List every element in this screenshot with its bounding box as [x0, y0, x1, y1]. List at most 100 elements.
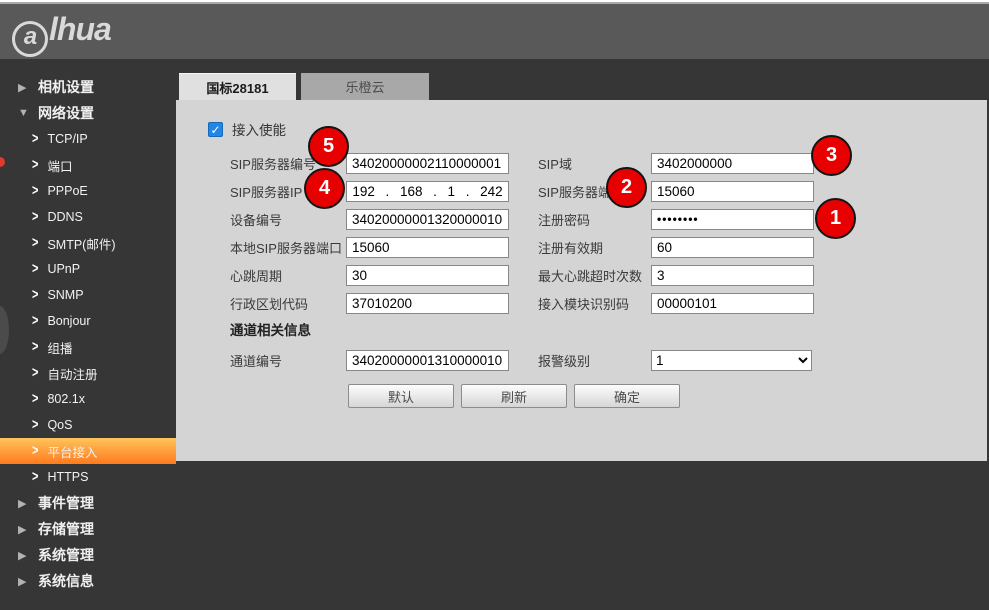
tab-国标28181[interactable]: 国标28181 [179, 73, 296, 100]
enable-access-checkbox[interactable]: ✓ [208, 122, 223, 137]
ip-octet[interactable]: 1 [448, 184, 456, 199]
sidebar-group-相机设置[interactable]: ▶ 相机设置 [0, 74, 176, 100]
sidebar-item-label: QoS [47, 418, 72, 432]
dahua-logo-a-icon: a [12, 21, 48, 57]
field-label: 本地SIP服务器端口 [230, 238, 346, 257]
sidebar-item-UPnP[interactable]: > UPnP [0, 256, 176, 282]
text-input[interactable] [651, 181, 814, 202]
sidebar-item-label: 平台接入 [47, 442, 97, 461]
sidebar-nav: ▶ 相机设置 ▼ 网络设置 > TCP/IP > 端口 > PPPoE > DD… [0, 59, 176, 610]
sidebar-item-SNMP[interactable]: > SNMP [0, 282, 176, 308]
text-input[interactable] [651, 237, 814, 258]
annotation-circle-4: 4 [304, 168, 345, 209]
ip-octet[interactable]: 192 [352, 184, 375, 199]
header-bar: alhua TECHNOLOGY [0, 4, 989, 59]
form-row: 通道编号报警级别1 [230, 346, 812, 374]
text-input[interactable] [651, 293, 814, 314]
field-label: 设备编号 [230, 210, 346, 229]
text-input[interactable] [346, 293, 509, 314]
ip-dot-separator: . [466, 184, 470, 199]
enable-access-label: 接入使能 [232, 119, 286, 139]
sidebar-item-label: UPnP [47, 262, 80, 276]
chevron-right-icon: > [32, 313, 38, 329]
text-input[interactable] [346, 237, 509, 258]
sidebar-item-label: TCP/IP [47, 132, 87, 146]
chevron-right-icon: > [32, 365, 38, 381]
password-input[interactable] [651, 209, 814, 230]
sidebar-item-label: HTTPS [47, 470, 88, 484]
sidebar-item-label: PPPoE [47, 184, 87, 198]
dahua-logo-wordmark: alhua [12, 12, 147, 57]
button-row: 默认刷新确定 [348, 384, 680, 408]
sidebar-item-label: SNMP [47, 288, 83, 302]
chevron-right-icon: > [32, 391, 38, 407]
enable-access-row: ✓ 接入使能 [208, 119, 286, 139]
annotation-circle-5: 5 [308, 126, 349, 167]
field-label: 报警级别 [538, 351, 651, 370]
chevron-right-icon: > [32, 443, 38, 459]
sidebar-item-平台接入[interactable]: > 平台接入 [0, 438, 176, 464]
ip-octet[interactable]: 168 [400, 184, 423, 199]
text-input[interactable] [346, 265, 509, 286]
annotation-circle-3: 3 [811, 135, 852, 176]
alarm-level-select[interactable]: 1 [651, 350, 812, 371]
triangle-down-icon: ▼ [18, 107, 30, 119]
sidebar-item-PPPoE[interactable]: > PPPoE [0, 178, 176, 204]
field-label: 注册有效期 [538, 238, 651, 257]
form-row: 本地SIP服务器端口 注册有效期 [230, 233, 814, 261]
chevron-right-icon: > [32, 417, 38, 433]
sidebar-item-组播[interactable]: > 组播 [0, 334, 176, 360]
sidebar-group-label: 网络设置 [38, 103, 94, 123]
sidebar-group-label: 相机设置 [38, 77, 94, 97]
button-确定[interactable]: 确定 [574, 384, 680, 408]
chevron-right-icon: > [32, 287, 38, 303]
sidebar-group-系统管理[interactable]: ▶ 系统管理 [0, 542, 176, 568]
chevron-right-icon: > [32, 157, 38, 173]
field-label: 最大心跳超时次数 [538, 266, 651, 285]
chevron-right-icon: > [32, 183, 38, 199]
sidebar-item-label: DDNS [47, 210, 82, 224]
sidebar-group-系统信息[interactable]: ▶ 系统信息 [0, 568, 176, 594]
annotation-circle-1: 1 [815, 198, 856, 239]
ip-dot-separator: . [433, 184, 437, 199]
sidebar-group-label: 系统管理 [38, 545, 94, 565]
sidebar-item-TCP/IP[interactable]: > TCP/IP [0, 126, 176, 152]
text-input[interactable] [346, 209, 509, 230]
sidebar-item-label: 组播 [47, 338, 72, 357]
sidebar-item-自动注册[interactable]: > 自动注册 [0, 360, 176, 386]
text-input[interactable] [346, 153, 509, 174]
chevron-right-icon: > [32, 261, 38, 277]
text-input[interactable] [651, 153, 814, 174]
sidebar-item-label: Bonjour [47, 314, 90, 328]
triangle-right-icon: ▶ [18, 575, 30, 588]
triangle-right-icon: ▶ [18, 497, 30, 510]
sidebar-item-label: SMTP(邮件) [47, 234, 115, 253]
ip-dot-separator: . [386, 184, 390, 199]
field-label: 心跳周期 [230, 266, 346, 285]
sidebar-item-端口[interactable]: > 端口 [0, 152, 176, 178]
button-刷新[interactable]: 刷新 [461, 384, 567, 408]
sidebar-item-label: 802.1x [47, 392, 85, 406]
field-label: 接入模块识别码 [538, 294, 651, 313]
sidebar-item-HTTPS[interactable]: > HTTPS [0, 464, 176, 490]
triangle-right-icon: ▶ [18, 81, 30, 94]
text-input[interactable] [346, 350, 509, 371]
button-默认[interactable]: 默认 [348, 384, 454, 408]
chevron-right-icon: > [32, 235, 38, 251]
chevron-right-icon: > [32, 131, 38, 147]
sidebar-group-存储管理[interactable]: ▶ 存储管理 [0, 516, 176, 542]
sidebar-item-802.1x[interactable]: > 802.1x [0, 386, 176, 412]
ip-address-input[interactable]: 192. 168. 1. 242 [346, 181, 509, 202]
channel-section-heading: 通道相关信息 [230, 315, 311, 343]
sidebar-item-DDNS[interactable]: > DDNS [0, 204, 176, 230]
sidebar-group-事件管理[interactable]: ▶ 事件管理 [0, 490, 176, 516]
sidebar-item-Bonjour[interactable]: > Bonjour [0, 308, 176, 334]
sidebar-group-网络设置[interactable]: ▼ 网络设置 [0, 100, 176, 126]
sidebar-item-SMTP(邮件)[interactable]: > SMTP(邮件) [0, 230, 176, 256]
tab-乐橙云[interactable]: 乐橙云 [301, 73, 429, 100]
sidebar-item-QoS[interactable]: > QoS [0, 412, 176, 438]
ip-octet[interactable]: 242 [480, 184, 503, 199]
annotation-circle-2: 2 [606, 167, 647, 208]
field-label: 注册密码 [538, 210, 651, 229]
text-input[interactable] [651, 265, 814, 286]
